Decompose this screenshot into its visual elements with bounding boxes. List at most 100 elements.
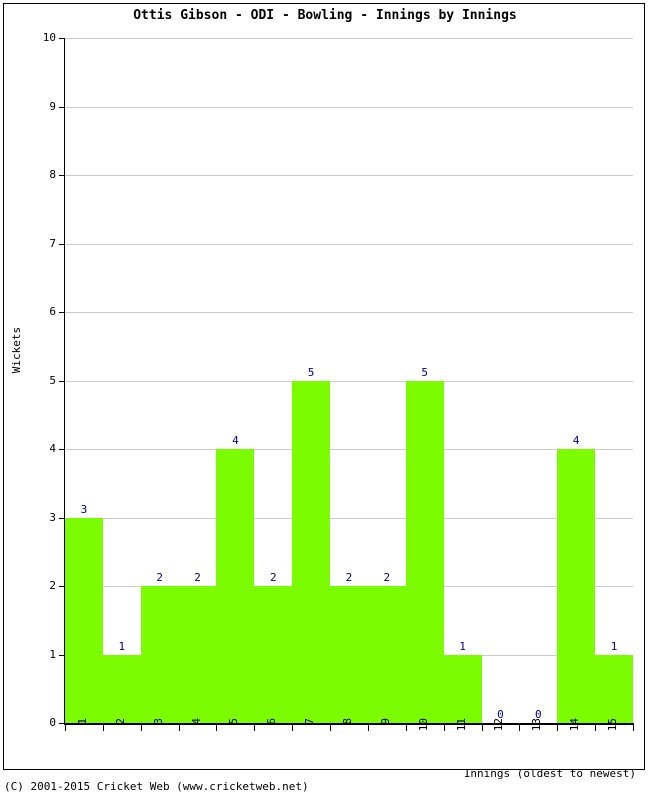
- bar[interactable]: [254, 586, 293, 723]
- x-axis-tick: [102, 725, 104, 731]
- bar[interactable]: [367, 586, 406, 723]
- x-axis-label: 15: [606, 718, 621, 764]
- bar-value-label: 4: [572, 434, 580, 447]
- x-axis-label: 7: [303, 718, 318, 764]
- x-axis-tick: [178, 725, 180, 731]
- bar-value-label: 4: [232, 434, 239, 447]
- y-axis-label: 2: [4, 580, 56, 592]
- y-axis-label-text: 7: [49, 236, 56, 250]
- y-axis-tick: [59, 175, 65, 176]
- plot-area: 312242522510041: [65, 38, 633, 723]
- x-axis-label: 8: [341, 718, 356, 764]
- y-axis-tick: [59, 243, 65, 245]
- y-axis-label-text: 4: [49, 442, 56, 455]
- y-axis-label-text: 2: [49, 579, 56, 592]
- bar-value-label: 5: [307, 365, 315, 379]
- bar-value-label: 1: [610, 639, 618, 653]
- x-axis-tick: [405, 725, 407, 731]
- x-axis-label-text: 3: [151, 718, 165, 725]
- chart-frame: Ottis Gibson - ODI - Bowling - Innings b…: [3, 3, 645, 780]
- bar[interactable]: [557, 449, 596, 723]
- y-axis-label: 7: [4, 238, 56, 250]
- x-axis-label: 2: [114, 718, 129, 764]
- y-axis-label-text: 6: [49, 305, 56, 318]
- x-axis-label-text: 8: [341, 718, 354, 725]
- x-axis-tick: [292, 725, 294, 731]
- bar[interactable]: [595, 654, 633, 723]
- x-axis-label-text: 10: [416, 718, 430, 732]
- y-axis-label: 5: [4, 375, 56, 387]
- y-axis-tick: [59, 380, 65, 382]
- x-axis-label-text: 1: [75, 718, 89, 725]
- x-axis-label: 1: [76, 718, 91, 764]
- y-axis-label-text: 1: [49, 647, 56, 661]
- x-axis-label-text: 9: [378, 718, 392, 725]
- y-axis-tick: [59, 586, 65, 587]
- bar[interactable]: [178, 586, 217, 723]
- x-axis-label: 13: [530, 718, 545, 764]
- copyright-footer: (C) 2001-2015 Cricket Web (www.cricketwe…: [4, 780, 309, 793]
- x-axis-label: 10: [417, 718, 432, 764]
- gridline: [65, 175, 633, 176]
- gridline: [65, 106, 633, 108]
- y-axis-tick: [59, 654, 65, 656]
- y-axis-label: 8: [4, 169, 56, 181]
- x-axis-label: 14: [568, 718, 583, 764]
- chart-title: Ottis Gibson - ODI - Bowling - Innings b…: [133, 8, 517, 23]
- y-axis-tick: [59, 38, 65, 39]
- bar[interactable]: [330, 586, 368, 723]
- y-axis-tick: [59, 723, 65, 724]
- y-axis-tick: [59, 517, 65, 519]
- y-axis-tick: [59, 312, 65, 313]
- x-axis-label-text: 11: [454, 718, 468, 732]
- bar-value-label: 3: [80, 502, 88, 516]
- bar[interactable]: [443, 654, 482, 723]
- gridline: [65, 243, 633, 245]
- x-axis-tick: [633, 725, 634, 731]
- y-axis-label-text: 3: [49, 510, 56, 524]
- x-axis-label: 4: [190, 718, 205, 764]
- bar[interactable]: [102, 654, 141, 723]
- gridline: [65, 38, 633, 39]
- x-axis-label: 9: [379, 718, 394, 764]
- x-axis-tick: [254, 725, 256, 731]
- gridline: [65, 517, 633, 519]
- x-axis-tick: [519, 725, 521, 731]
- x-axis-label: 11: [455, 718, 470, 764]
- gridline: [65, 449, 633, 450]
- x-axis-tick: [557, 725, 559, 731]
- x-axis-label: 6: [265, 718, 280, 764]
- bar-value-label: 2: [194, 571, 201, 584]
- bar-value-label: 1: [118, 639, 126, 653]
- x-axis-tick: [443, 725, 445, 731]
- gridline: [65, 380, 633, 382]
- y-axis-label: 4: [4, 443, 56, 455]
- x-axis-label: 12: [492, 718, 507, 764]
- y-axis-label-text: 5: [49, 373, 56, 387]
- x-axis-label-text: 4: [189, 718, 203, 725]
- gridline: [65, 312, 633, 313]
- x-axis-label-text: 7: [303, 718, 317, 725]
- y-axis-label-text: 8: [49, 168, 56, 181]
- y-axis-label-text: 0: [49, 716, 56, 729]
- x-axis-tick: [367, 725, 369, 731]
- bar[interactable]: [405, 380, 444, 723]
- y-axis-label: 3: [4, 512, 56, 524]
- x-axis-tick: [330, 725, 332, 731]
- x-axis-tick: [481, 725, 483, 731]
- x-axis-tick: [140, 725, 142, 731]
- y-axis-label: 1: [4, 649, 56, 661]
- x-axis-label: 3: [152, 718, 167, 764]
- bar[interactable]: [292, 380, 331, 723]
- x-axis-label-text: 14: [568, 718, 582, 732]
- bar[interactable]: [65, 517, 103, 723]
- bar-value-label: 5: [421, 365, 429, 379]
- bar-value-label: 1: [459, 639, 466, 653]
- bar-value-label: 2: [156, 571, 163, 584]
- bar[interactable]: [216, 449, 255, 723]
- bar[interactable]: [140, 586, 179, 723]
- x-axis-label-text: 13: [530, 718, 544, 732]
- y-axis-label: 9: [4, 101, 56, 113]
- bar-value-label: 2: [269, 571, 277, 584]
- x-axis-label-text: 6: [265, 718, 279, 725]
